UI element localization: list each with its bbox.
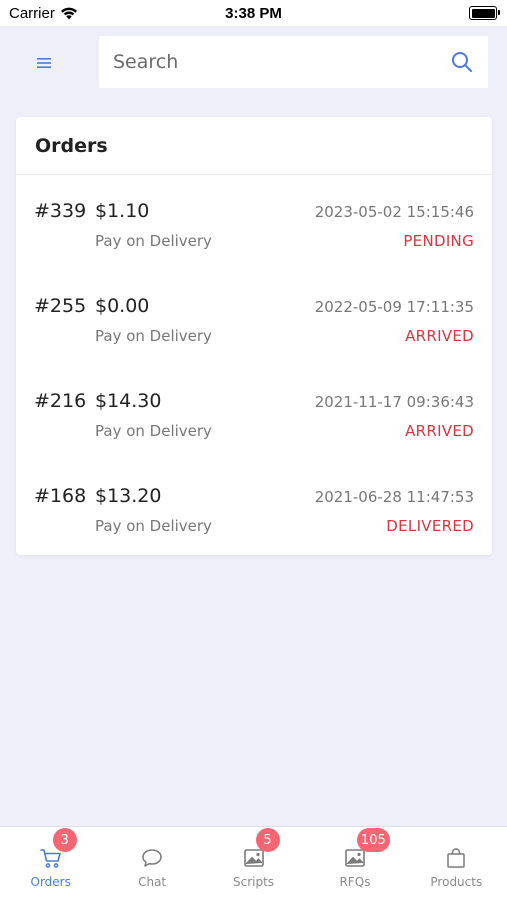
order-status: PENDING: [403, 232, 474, 250]
tab-scripts[interactable]: Scripts 5: [203, 827, 304, 900]
wifi-icon: [60, 7, 77, 19]
status-bar: Carrier 3:38 PM: [0, 0, 507, 26]
order-payment-method: Pay on Delivery: [95, 232, 212, 250]
order-id: #339: [34, 200, 87, 222]
tab-label: RFQs: [339, 875, 371, 889]
tab-label: Products: [430, 875, 483, 889]
search-input[interactable]: [113, 51, 450, 73]
hamburger-menu-icon: [37, 58, 51, 68]
carrier-label: Carrier: [9, 4, 55, 22]
tab-chat[interactable]: Chat: [101, 827, 202, 900]
order-payment-method: Pay on Delivery: [95, 422, 212, 440]
order-status: ARRIVED: [405, 422, 474, 440]
orders-card-header: Orders: [16, 117, 492, 175]
tab-products[interactable]: Products: [406, 827, 507, 900]
order-row[interactable]: #216 $14.30 Pay on Delivery 2021-11-17 0…: [16, 365, 492, 460]
battery-icon: [469, 6, 500, 20]
search-icon[interactable]: [450, 50, 474, 74]
order-row[interactable]: #168 $13.20 Pay on Delivery 2021-06-28 1…: [16, 460, 492, 555]
tab-label: Chat: [138, 875, 167, 889]
tab-rfqs[interactable]: RFQs 105: [304, 827, 405, 900]
order-datetime: 2023-05-02 15:15:46: [314, 203, 474, 221]
notification-badge: 5: [255, 828, 280, 852]
order-amount: $0.00: [95, 295, 150, 317]
order-amount: $13.20: [95, 485, 162, 507]
order-payment-method: Pay on Delivery: [95, 327, 212, 345]
order-amount: $1.10: [95, 200, 150, 222]
menu-button[interactable]: [24, 48, 64, 78]
order-row[interactable]: #339 $1.10 Pay on Delivery 2023-05-02 15…: [16, 175, 492, 270]
shopping-bag-icon: [447, 848, 466, 868]
tab-label: Scripts: [232, 875, 275, 889]
order-id: #168: [34, 485, 87, 507]
order-id: #216: [34, 390, 87, 412]
order-status: ARRIVED: [405, 327, 474, 345]
search-bar: [99, 36, 488, 88]
order-datetime: 2021-06-28 11:47:53: [314, 488, 474, 506]
status-left: Carrier: [9, 5, 78, 22]
order-amount: $14.30: [95, 390, 162, 412]
order-row[interactable]: #255 $0.00 Pay on Delivery 2022-05-09 17…: [16, 270, 492, 365]
orders-card-title: Orders: [35, 134, 108, 157]
order-payment-method: Pay on Delivery: [95, 517, 212, 535]
order-datetime: 2021-11-17 09:36:43: [314, 393, 474, 411]
order-datetime: 2022-05-09 17:11:35: [314, 298, 474, 316]
orders-card: Orders #339 $1.10 Pay on Delivery 2023-0…: [16, 117, 492, 555]
chat-bubble-icon: [142, 849, 162, 867]
notification-badge: 105: [356, 828, 390, 852]
order-id: #255: [34, 295, 87, 317]
tab-label: Orders: [30, 875, 71, 889]
bottom-tab-bar: Orders 3 Chat Scripts 5 RFQs 105 Product…: [0, 826, 507, 900]
order-status: DELIVERED: [386, 517, 474, 535]
tab-orders[interactable]: Orders 3: [0, 827, 101, 900]
notification-badge: 3: [52, 828, 77, 852]
